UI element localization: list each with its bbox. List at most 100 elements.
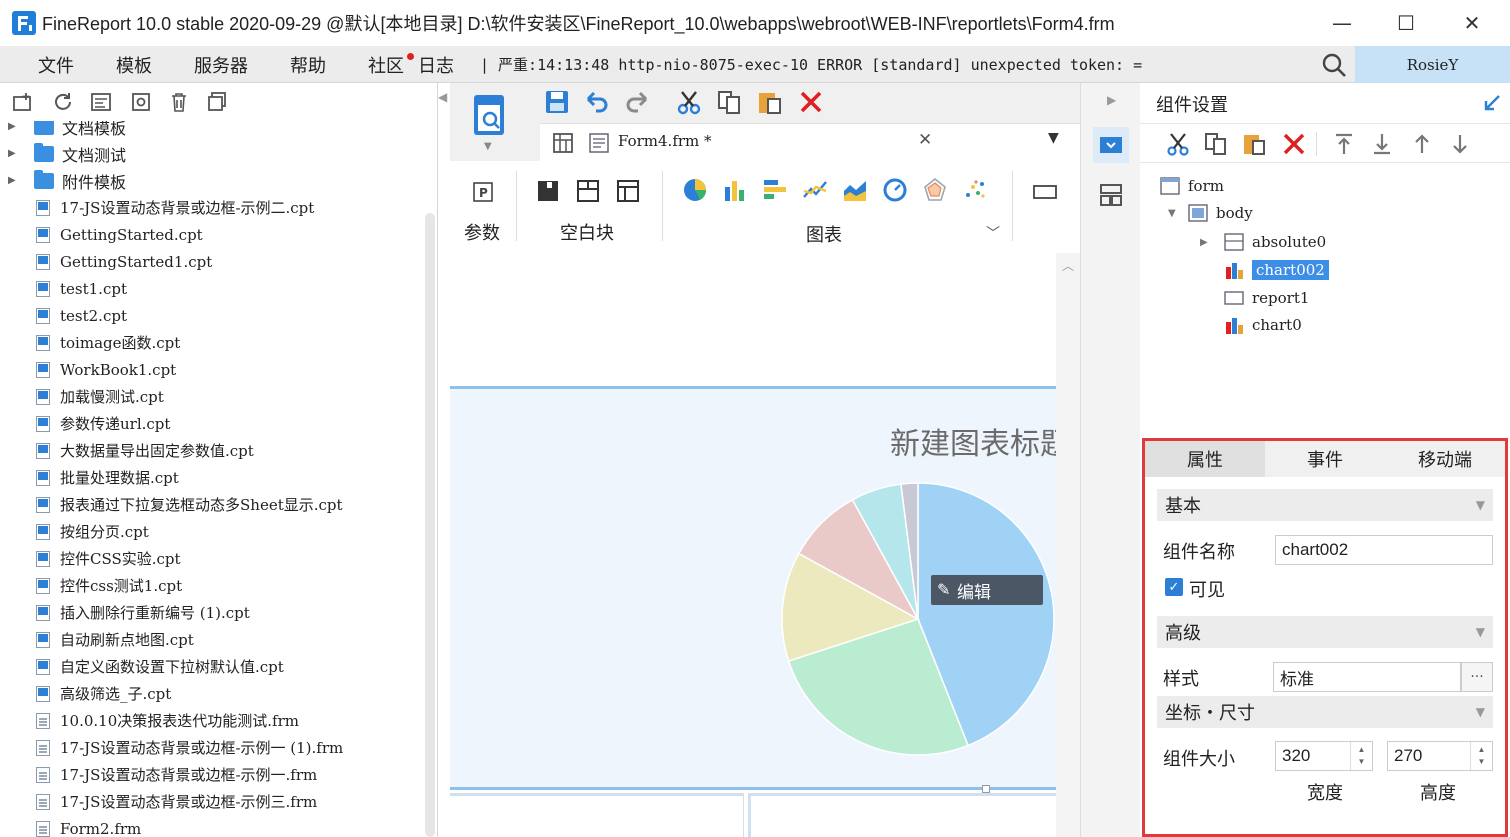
- menu-template[interactable]: 模板: [116, 52, 152, 78]
- copy-icon[interactable]: [1204, 132, 1228, 156]
- chart-more-icon[interactable]: ﹀: [986, 223, 1000, 243]
- tree-file[interactable]: 按组分页.cpt: [0, 518, 149, 545]
- grid-block-icon[interactable]: [616, 179, 640, 203]
- tree-file[interactable]: 17-JS设置动态背景或边框-示例二.cpt: [0, 194, 314, 221]
- move-up-icon[interactable]: [1410, 132, 1434, 156]
- component-node-chart0[interactable]: chart0: [1224, 313, 1302, 337]
- tree-file[interactable]: WorkBook1.cpt: [0, 356, 176, 383]
- close-tab-icon[interactable]: ✕: [918, 130, 932, 150]
- tab-mobile[interactable]: 移动端: [1385, 441, 1505, 477]
- chart0-widget[interactable]: [748, 793, 1056, 837]
- height-stepper[interactable]: 270 ▲ ▼: [1387, 741, 1493, 771]
- refresh-icon[interactable]: [52, 91, 74, 113]
- collapsed-icon[interactable]: ▶: [1200, 237, 1224, 248]
- component-node-report1[interactable]: report1: [1224, 286, 1309, 310]
- component-name-input[interactable]: chart002: [1275, 535, 1493, 565]
- component-node-form[interactable]: form: [1160, 174, 1224, 198]
- grid-layout-icon[interactable]: [552, 132, 574, 154]
- new-folder-icon[interactable]: [12, 91, 34, 113]
- height-spin-icon[interactable]: ▲ ▼: [1470, 742, 1492, 770]
- tab-menu-icon[interactable]: ▼: [1048, 130, 1059, 146]
- minimize-button[interactable]: —: [1310, 0, 1374, 46]
- area-chart-icon[interactable]: [842, 177, 868, 203]
- report1-widget[interactable]: [450, 793, 744, 837]
- move-top-icon[interactable]: [1332, 132, 1356, 156]
- menu-community[interactable]: 社区: [368, 52, 404, 78]
- tree-file[interactable]: 自定义函数设置下拉树默认值.cpt: [0, 653, 284, 680]
- tree-folder[interactable]: ▶ 文档测试: [0, 140, 126, 167]
- component-node-body[interactable]: ▼ body: [1168, 201, 1253, 225]
- section-advanced[interactable]: 高级 ▼: [1157, 616, 1493, 648]
- section-basic[interactable]: 基本 ▼: [1157, 489, 1493, 521]
- maximize-button[interactable]: ☐: [1374, 0, 1438, 46]
- width-stepper[interactable]: 320 ▲ ▼: [1275, 741, 1373, 771]
- line-chart-icon[interactable]: [802, 177, 828, 203]
- close-button[interactable]: ✕: [1440, 0, 1504, 46]
- component-node-absolute0[interactable]: ▶ absolute0: [1200, 230, 1326, 254]
- resize-handle[interactable]: [982, 785, 990, 793]
- collapse-left-icon[interactable]: ◀: [438, 90, 450, 110]
- tree-file[interactable]: 参数传递url.cpt: [0, 410, 170, 437]
- expand-arrow-icon[interactable]: ▶: [8, 148, 20, 159]
- tree-file[interactable]: test2.cpt: [0, 302, 127, 329]
- search-icon[interactable]: [1318, 50, 1350, 80]
- save-icon[interactable]: [544, 89, 570, 115]
- tab-events[interactable]: 事件: [1265, 441, 1385, 477]
- gauge-chart-icon[interactable]: [882, 177, 908, 203]
- tree-file[interactable]: GettingStarted.cpt: [0, 221, 203, 248]
- preview-dropdown-icon[interactable]: ▼: [484, 141, 492, 152]
- width-spin-icon[interactable]: ▲ ▼: [1350, 742, 1372, 770]
- tree-file[interactable]: 17-JS设置动态背景或边框-示例一 (1).frm: [0, 734, 343, 761]
- tree-file[interactable]: 高级筛选_子.cpt: [0, 680, 171, 707]
- tree-file[interactable]: 控件css测试1.cpt: [0, 572, 182, 599]
- cut-icon[interactable]: [676, 89, 702, 115]
- undo-icon[interactable]: [584, 89, 610, 115]
- settings-icon[interactable]: [130, 91, 152, 113]
- parameter-icon[interactable]: P: [472, 181, 494, 203]
- paste-icon[interactable]: [1242, 132, 1266, 156]
- column-chart-icon[interactable]: [722, 177, 748, 203]
- tree-file[interactable]: 10.0.10决策报表迭代功能测试.frm: [0, 707, 299, 734]
- copy-icon[interactable]: [206, 91, 228, 113]
- delete-icon[interactable]: [798, 89, 824, 115]
- scatter-chart-icon[interactable]: [962, 177, 988, 203]
- form-preview-icon[interactable]: [472, 93, 508, 139]
- style-picker-button[interactable]: ···: [1461, 662, 1493, 692]
- textbox-widget-icon[interactable]: [1032, 183, 1058, 201]
- delete-icon[interactable]: [1282, 132, 1306, 156]
- expanded-icon[interactable]: ▼: [1168, 208, 1188, 219]
- user-account[interactable]: RosieY: [1355, 46, 1510, 83]
- bar-chart-icon[interactable]: [762, 177, 788, 203]
- tree-file[interactable]: 17-JS设置动态背景或边框-示例一.frm: [0, 761, 317, 788]
- tree-file[interactable]: 批量处理数据.cpt: [0, 464, 179, 491]
- paste-icon[interactable]: [756, 89, 782, 115]
- expand-arrow-icon[interactable]: ▶: [8, 175, 20, 186]
- tree-file[interactable]: test1.cpt: [0, 275, 127, 302]
- tree-file[interactable]: 大数据量导出固定参数值.cpt: [0, 437, 254, 464]
- menu-server[interactable]: 服务器: [194, 52, 248, 78]
- section-coords[interactable]: 坐标・尺寸 ▼: [1157, 696, 1493, 728]
- move-down-icon[interactable]: [1448, 132, 1472, 156]
- tree-folder[interactable]: ▶ 文档模板: [0, 121, 126, 140]
- form-canvas[interactable]: 新建图表标题 ✎ 编辑: [450, 253, 1070, 837]
- dock-arrow-icon[interactable]: [1482, 93, 1502, 113]
- open-report-icon[interactable]: [90, 91, 112, 113]
- chart-widget[interactable]: 新建图表标题 ✎ 编辑: [450, 386, 1070, 793]
- canvas-scrollbar[interactable]: ︿: [1056, 253, 1080, 837]
- menu-log[interactable]: 日志: [418, 52, 454, 78]
- tree-file[interactable]: toimage函数.cpt: [0, 329, 180, 356]
- tree-file[interactable]: 控件CSS实验.cpt: [0, 545, 181, 572]
- tree-file[interactable]: Form2.frm: [0, 815, 141, 837]
- component-node-chart002[interactable]: chart002: [1224, 258, 1329, 282]
- menu-file[interactable]: 文件: [38, 52, 74, 78]
- tree-file[interactable]: 自动刷新点地图.cpt: [0, 626, 194, 653]
- move-bottom-icon[interactable]: [1370, 132, 1394, 156]
- tree-file[interactable]: 插入删除行重新编号 (1).cpt: [0, 599, 250, 626]
- style-input[interactable]: 标准: [1273, 662, 1461, 692]
- expand-arrow-icon[interactable]: ▶: [8, 121, 20, 132]
- copy-icon[interactable]: [716, 89, 742, 115]
- absolute-block-icon[interactable]: [536, 179, 560, 203]
- editor-tab-label[interactable]: Form4.frm *: [618, 132, 712, 150]
- delete-icon[interactable]: [168, 91, 190, 113]
- pie-chart-icon[interactable]: [682, 177, 708, 203]
